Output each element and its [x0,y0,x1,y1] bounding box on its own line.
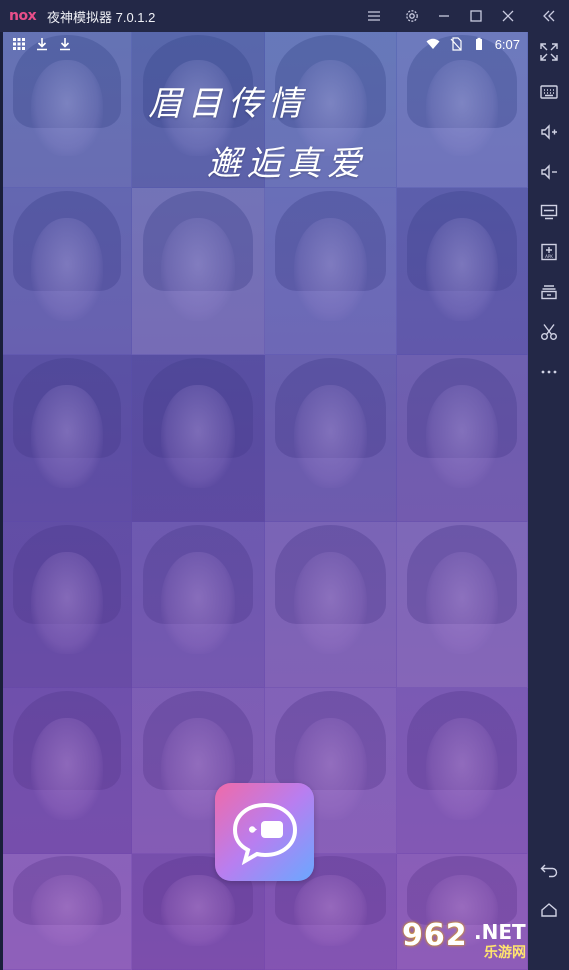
maximize-button[interactable] [460,0,492,32]
home-button[interactable] [528,892,569,928]
apps-grid-icon [13,38,25,50]
keyboard-icon [539,85,558,99]
battery-icon [475,37,482,50]
volume-down-icon [540,164,557,180]
more-icon [541,370,556,374]
fullscreen-icon [539,43,558,61]
multi-instance-icon [540,285,557,300]
more-button[interactable] [528,354,569,390]
watermark-number: 962 [402,918,468,953]
install-apk-button[interactable]: APK [528,234,569,270]
wifi-icon [426,38,440,49]
window-title: 夜神模拟器 7.0.1.2 [47,9,156,25]
screenshot-button[interactable] [528,314,569,350]
close-icon [502,10,514,22]
screenshot-scissors-icon [540,324,557,340]
install-apk-icon: APK [540,243,557,261]
settings-icon [406,10,418,22]
slogan-line-2: 邂逅真爱 [207,144,367,184]
status-clock: 6:07 [494,36,520,52]
download-icon [60,38,70,51]
android-statusbar: 6:07 [3,32,528,56]
android-screen[interactable]: 6:07 眉目传情 邂逅真爱 [3,32,528,970]
volume-down-button[interactable] [528,154,569,190]
back-icon [540,864,557,878]
no-sim-icon [450,37,462,51]
settings-button[interactable] [396,0,428,32]
menu-icon [368,11,380,21]
chat-bubble-icon [232,802,297,865]
emulator-titlebar: nox 夜神模拟器 7.0.1.2 [0,0,569,32]
collapse-sidebar-button[interactable] [528,0,569,32]
svg-text:APK: APK [545,254,553,259]
collapse-sidebar-icon [542,10,554,22]
close-button[interactable] [492,0,524,32]
minimize-icon [439,15,449,17]
maximize-icon [470,10,482,22]
window-controls [358,0,569,32]
home-icon [540,903,557,917]
emulator-sidebar: APK [528,32,569,970]
minimize-button[interactable] [428,0,460,32]
nox-logo: nox [9,8,37,24]
site-watermark: 962 .NET 乐游网 [400,918,528,962]
screen-button[interactable] [528,194,569,230]
app-logo [215,783,314,881]
volume-up-icon [540,124,557,140]
fullscreen-button[interactable] [528,34,569,70]
keyboard-button[interactable] [528,74,569,110]
watermark-sitename: 乐游网 [484,944,526,960]
volume-up-button[interactable] [528,114,569,150]
download-icon [37,38,47,51]
watermark-domain: .NET [474,920,526,944]
slogan-line-1: 眉目传情 [148,84,308,124]
back-button[interactable] [528,852,569,888]
screen-icon [540,204,557,220]
menu-button[interactable] [358,0,390,32]
multi-instance-button[interactable] [528,274,569,310]
